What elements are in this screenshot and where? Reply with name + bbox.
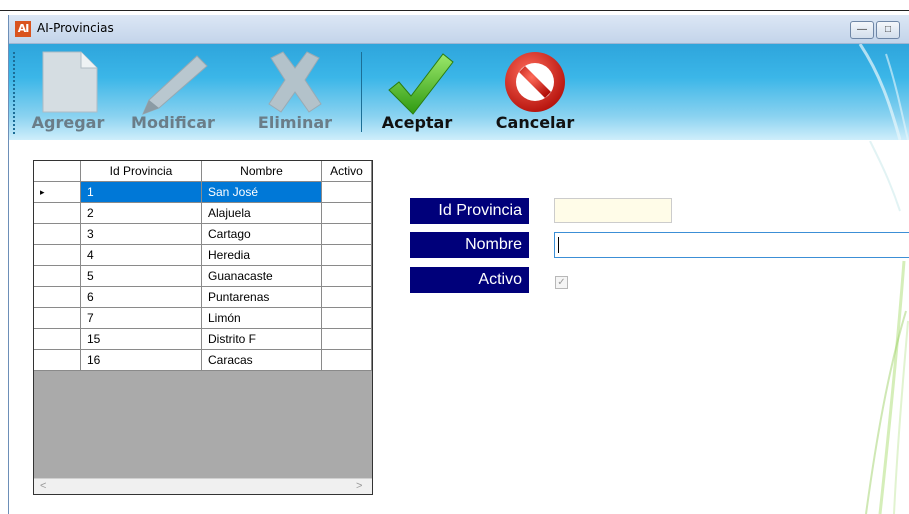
app-icon: AI <box>15 21 31 37</box>
toolbar-grip <box>13 52 17 134</box>
row-header[interactable] <box>34 224 81 245</box>
column-header-nombre[interactable]: Nombre <box>202 161 322 182</box>
minimize-icon: — <box>857 24 867 35</box>
content-area: Id Provincia Nombre Activo ▸ 1 San José 2 Al… <box>9 141 909 514</box>
aceptar-button[interactable]: Aceptar <box>375 48 459 138</box>
cell-activo[interactable] <box>322 245 372 266</box>
table-row[interactable]: 2 Alajuela <box>34 203 372 224</box>
table-row[interactable]: 4 Heredia <box>34 245 372 266</box>
delete-x-icon <box>268 51 322 113</box>
decorative-grass-icon <box>858 44 909 140</box>
cell-activo[interactable] <box>322 182 372 203</box>
cell-activo[interactable] <box>322 308 372 329</box>
cell-activo[interactable] <box>322 224 372 245</box>
row-header[interactable]: ▸ <box>34 182 81 203</box>
row-header[interactable] <box>34 266 81 287</box>
cell-nombre[interactable]: Limón <box>202 308 322 329</box>
table-row[interactable]: 16 Caracas <box>34 350 372 371</box>
id-provincia-label: Id Provincia <box>410 198 529 224</box>
cell-nombre[interactable]: San José <box>202 182 322 203</box>
check-icon: ✓ <box>557 277 566 288</box>
cell-nombre[interactable]: Distrito F <box>202 329 322 350</box>
grid-header: Id Provincia Nombre Activo <box>34 161 372 182</box>
cell-id[interactable]: 3 <box>81 224 202 245</box>
provincias-grid[interactable]: Id Provincia Nombre Activo ▸ 1 San José 2 Al… <box>33 160 373 495</box>
cell-id[interactable]: 4 <box>81 245 202 266</box>
row-header[interactable] <box>34 203 81 224</box>
cell-id[interactable]: 1 <box>81 182 202 203</box>
agregar-button[interactable]: Agregar <box>25 48 111 138</box>
cell-nombre[interactable]: Guanacaste <box>202 266 322 287</box>
cell-nombre[interactable]: Caracas <box>202 350 322 371</box>
cell-id[interactable]: 6 <box>81 287 202 308</box>
nombre-field[interactable] <box>554 232 909 258</box>
cell-nombre[interactable]: Puntarenas <box>202 287 322 308</box>
pencil-icon <box>142 55 208 115</box>
table-row[interactable]: 3 Cartago <box>34 224 372 245</box>
column-header-activo[interactable]: Activo <box>322 161 372 182</box>
cell-nombre[interactable]: Heredia <box>202 245 322 266</box>
cell-nombre[interactable]: Cartago <box>202 224 322 245</box>
row-header[interactable] <box>34 350 81 371</box>
activo-label: Activo <box>410 267 529 293</box>
cell-id[interactable]: 16 <box>81 350 202 371</box>
scroll-right-icon[interactable]: > <box>356 480 362 492</box>
row-header[interactable] <box>34 245 81 266</box>
new-document-icon <box>42 51 98 113</box>
header-corner <box>34 161 81 182</box>
toolbar-separator <box>361 52 362 132</box>
cancelar-button[interactable]: Cancelar <box>485 48 585 138</box>
text-caret <box>558 237 559 253</box>
maximize-icon: □ <box>884 24 892 35</box>
decorative-grass-icon <box>865 141 909 514</box>
cell-activo[interactable] <box>322 203 372 224</box>
checkmark-icon <box>388 53 454 115</box>
eliminar-label: Eliminar <box>257 113 333 132</box>
cell-activo[interactable] <box>322 266 372 287</box>
maximize-button[interactable]: □ <box>876 21 900 39</box>
horizontal-scrollbar[interactable]: < > <box>34 478 372 494</box>
table-row[interactable]: 5 Guanacaste <box>34 266 372 287</box>
cell-id[interactable]: 7 <box>81 308 202 329</box>
scroll-left-icon[interactable]: < <box>40 480 46 492</box>
id-provincia-field[interactable] <box>554 198 672 223</box>
top-strip <box>0 0 909 11</box>
cell-id[interactable]: 15 <box>81 329 202 350</box>
cell-activo[interactable] <box>322 350 372 371</box>
title-bar: AI AI-Provincias — □ <box>9 15 909 44</box>
aceptar-label: Aceptar <box>381 113 453 132</box>
agregar-label: Agregar <box>31 113 105 132</box>
table-row[interactable]: ▸ 1 San José <box>34 182 372 203</box>
table-row[interactable]: 15 Distrito F <box>34 329 372 350</box>
cell-id[interactable]: 2 <box>81 203 202 224</box>
cell-nombre[interactable]: Alajuela <box>202 203 322 224</box>
minimize-button[interactable]: — <box>850 21 874 39</box>
row-header[interactable] <box>34 308 81 329</box>
modificar-label: Modificar <box>131 113 215 132</box>
table-row[interactable]: 7 Limón <box>34 308 372 329</box>
cell-activo[interactable] <box>322 329 372 350</box>
cancelar-label: Cancelar <box>495 113 575 132</box>
table-row[interactable]: 6 Puntarenas <box>34 287 372 308</box>
main-window: AI AI-Provincias — □ Agregar Modificar E… <box>8 15 909 514</box>
eliminar-button[interactable]: Eliminar <box>247 48 343 138</box>
row-header[interactable] <box>34 287 81 308</box>
modificar-button[interactable]: Modificar <box>119 48 227 138</box>
nombre-label: Nombre <box>410 232 529 258</box>
toolbar: Agregar Modificar Eliminar Aceptar Cance… <box>9 44 909 140</box>
cancel-icon <box>505 52 565 112</box>
row-header[interactable] <box>34 329 81 350</box>
cell-id[interactable]: 5 <box>81 266 202 287</box>
window-title: AI-Provincias <box>37 21 114 35</box>
cell-activo[interactable] <box>322 287 372 308</box>
activo-checkbox[interactable]: ✓ <box>555 276 568 289</box>
column-header-id[interactable]: Id Provincia <box>81 161 202 182</box>
